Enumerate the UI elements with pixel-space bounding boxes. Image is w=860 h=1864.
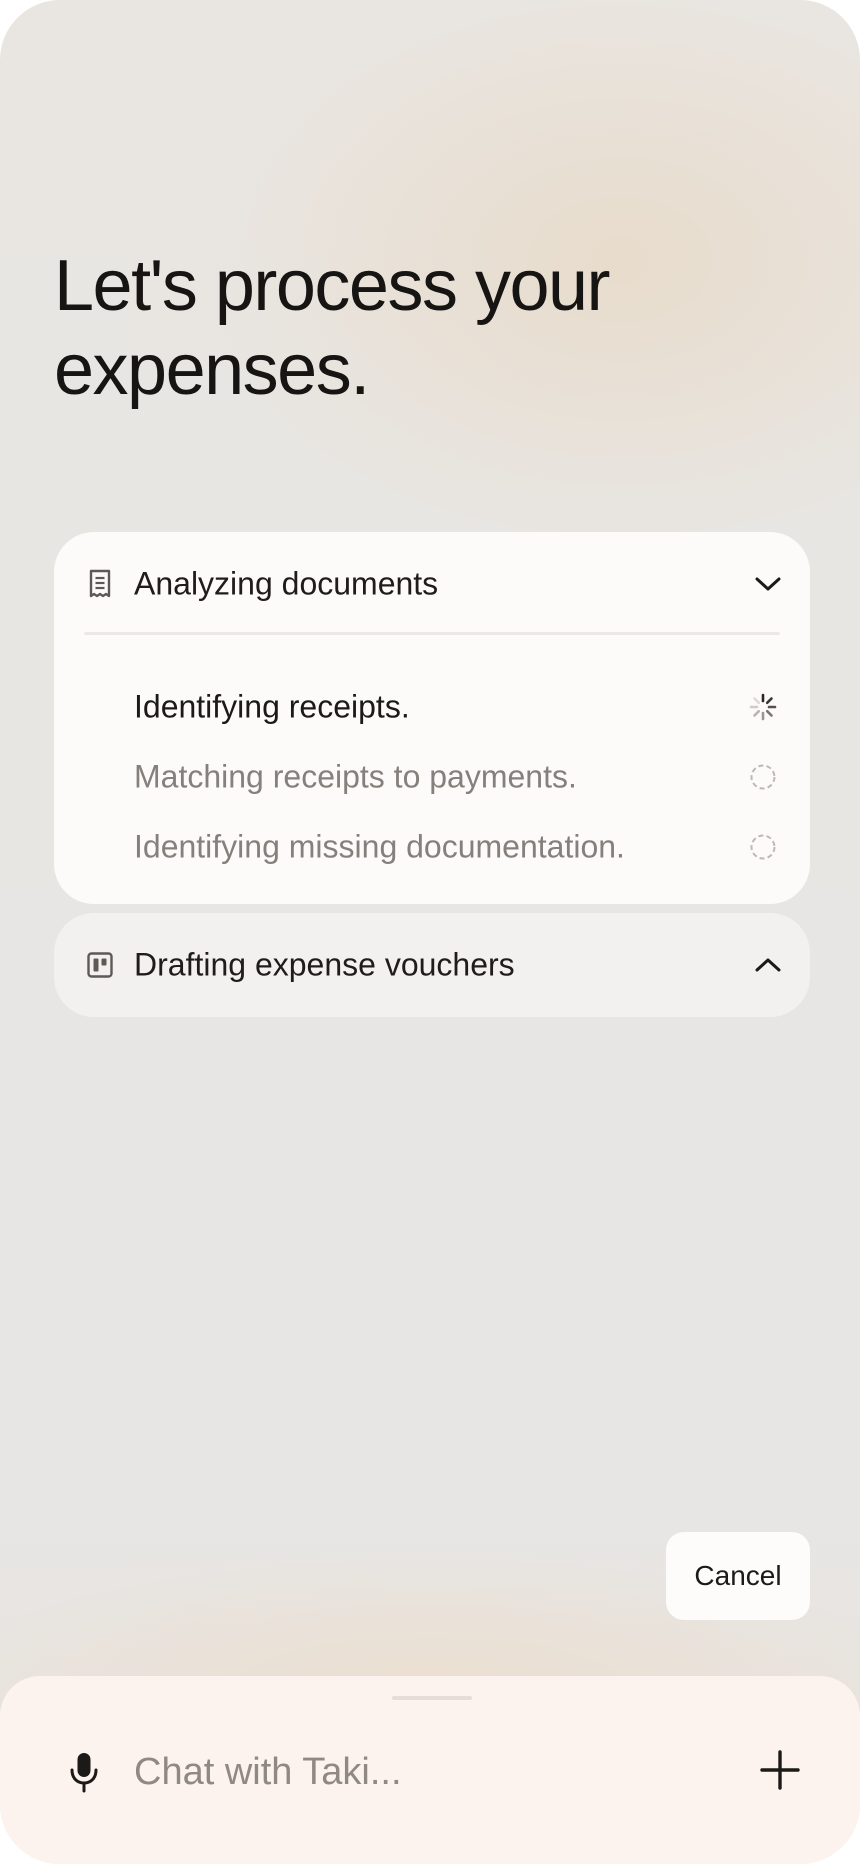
- task-card-header[interactable]: Analyzing documents: [54, 532, 810, 636]
- step-label: Identifying receipts.: [134, 688, 410, 725]
- task-title: Drafting expense vouchers: [134, 946, 515, 983]
- microphone-icon[interactable]: [66, 1750, 102, 1794]
- task-card-drafting-vouchers: Drafting expense vouchers: [54, 913, 810, 1017]
- dashed-circle-icon: [748, 832, 778, 862]
- task-card-header[interactable]: Drafting expense vouchers: [54, 913, 810, 1017]
- step-list: Identifying receipts. Matching receipts …: [54, 672, 810, 882]
- receipt-icon: [86, 568, 114, 600]
- step-label: Identifying missing documentation.: [134, 828, 625, 865]
- step-item: Identifying receipts.: [54, 672, 810, 742]
- plus-icon[interactable]: [758, 1748, 802, 1792]
- voucher-icon: [86, 949, 114, 981]
- chevron-down-icon[interactable]: [754, 570, 782, 598]
- divider: [84, 632, 780, 635]
- page-title: Let's process your expenses.: [54, 246, 611, 410]
- task-title: Analyzing documents: [134, 565, 439, 602]
- step-item: Matching receipts to payments.: [54, 742, 810, 812]
- chat-composer: [0, 1676, 860, 1864]
- step-item: Identifying missing documentation.: [54, 812, 810, 882]
- chevron-up-icon[interactable]: [754, 951, 782, 979]
- chat-input[interactable]: [134, 1742, 694, 1802]
- drag-handle[interactable]: [392, 1696, 472, 1700]
- dashed-circle-icon: [748, 762, 778, 792]
- cancel-button[interactable]: Cancel: [666, 1532, 810, 1620]
- step-label: Matching receipts to payments.: [134, 758, 577, 795]
- spinner-icon: [748, 692, 778, 722]
- task-card-analyzing-documents: Analyzing documents Identifying receipts…: [54, 532, 810, 904]
- app-screen: Let's process your expenses. Analyzing d…: [0, 0, 860, 1864]
